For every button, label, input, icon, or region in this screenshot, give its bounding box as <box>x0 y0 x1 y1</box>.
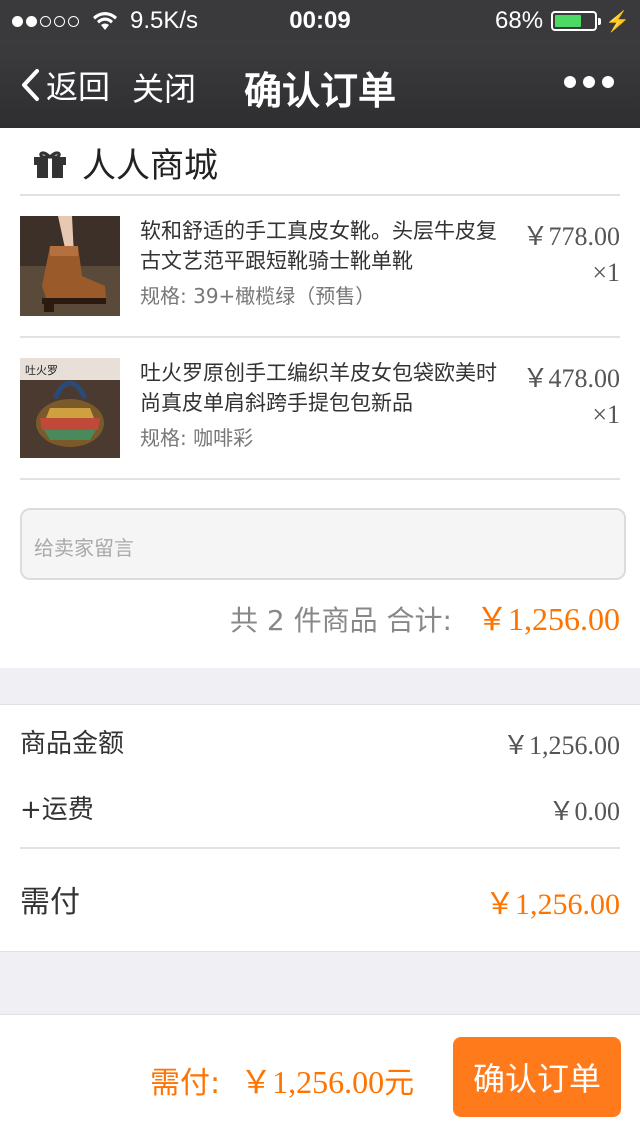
order-card: 人人商城 软和舒适的手工真皮女靴。头层牛皮复古文艺范平跟短靴骑士靴单靴 规格: … <box>0 128 640 668</box>
thumb-brand-text: 吐火罗 <box>25 364 58 377</box>
order-total-amount: ￥1,256.00 <box>475 601 620 637</box>
battery-icon <box>551 11 602 31</box>
bottom-pay-amount: ￥1,256.00 <box>240 1064 385 1100</box>
battery-percent: 68% <box>495 7 544 34</box>
product-quantity: ×1 <box>592 400 620 429</box>
divider <box>20 847 620 849</box>
order-total-label: 共 2 件商品 合计: <box>230 604 452 637</box>
seller-message-input[interactable]: 给卖家留言 <box>20 508 626 580</box>
shop-header[interactable]: 人人商城 <box>32 138 218 187</box>
bottom-pay-summary: 需付: ￥1,256.00 元 <box>150 1057 414 1103</box>
product-spec: 规格: 39+橄榄绿（预售） <box>140 284 376 308</box>
confirm-order-button[interactable]: 确认订单 <box>453 1037 621 1117</box>
amount-due-value: ￥1,256.00 <box>485 888 620 921</box>
divider <box>20 478 620 480</box>
shipping-label: +运费 <box>20 795 94 825</box>
divider <box>20 194 620 196</box>
product-image-bag: 吐火罗 <box>20 358 120 458</box>
charging-icon: ⚡ <box>605 10 630 33</box>
product-title: 吐火罗原创手工编织羊皮女包袋欧美时尚真皮单肩斜跨手提包包新品 <box>140 361 497 415</box>
product-price: ￥478.00 <box>522 364 620 393</box>
status-bar: 9.5K/s 00:09 68% ⚡ <box>0 0 640 40</box>
order-item[interactable]: 软和舒适的手工真皮女靴。头层牛皮复古文艺范平跟短靴骑士靴单靴 规格: 39+橄榄… <box>0 216 640 336</box>
order-item[interactable]: 吐火罗 吐火罗原创手工编织羊皮女包袋欧美时尚真皮单肩斜跨手提包包新品 规格: 咖… <box>0 358 640 478</box>
goods-amount-value: ￥1,256.00 <box>502 731 620 760</box>
amount-due-label: 需付 <box>20 885 80 920</box>
shop-name: 人人商城 <box>82 146 218 186</box>
product-title: 软和舒适的手工真皮女靴。头层牛皮复古文艺范平跟短靴骑士靴单靴 <box>140 219 497 273</box>
bottom-pay-unit: 元 <box>384 1066 415 1101</box>
product-price: ￥778.00 <box>522 222 620 251</box>
product-quantity: ×1 <box>592 258 620 287</box>
goods-amount-label: 商品金额 <box>20 729 125 759</box>
bottom-bar: 需付: ￥1,256.00 元 确认订单 <box>0 1014 640 1136</box>
product-image-boots <box>20 216 120 316</box>
order-total: 共 2 件商品 合计: ￥1,256.00 <box>230 594 620 640</box>
more-dots-icon <box>564 76 576 88</box>
nav-bar: 返回 关闭 确认订单 <box>0 40 640 128</box>
gift-icon <box>34 150 66 178</box>
payment-summary: 商品金额 ￥1,256.00 +运费 ￥0.00 需付 ￥1,256.00 <box>0 704 640 952</box>
page-title: 确认订单 <box>243 69 396 113</box>
bottom-pay-label: 需付: <box>150 1066 221 1101</box>
shipping-value: ￥0.00 <box>548 797 620 826</box>
more-options-button[interactable] <box>557 76 614 88</box>
product-spec: 规格: 咖啡彩 <box>140 426 254 450</box>
status-right: 68% ⚡ <box>495 7 630 35</box>
divider <box>20 336 620 338</box>
